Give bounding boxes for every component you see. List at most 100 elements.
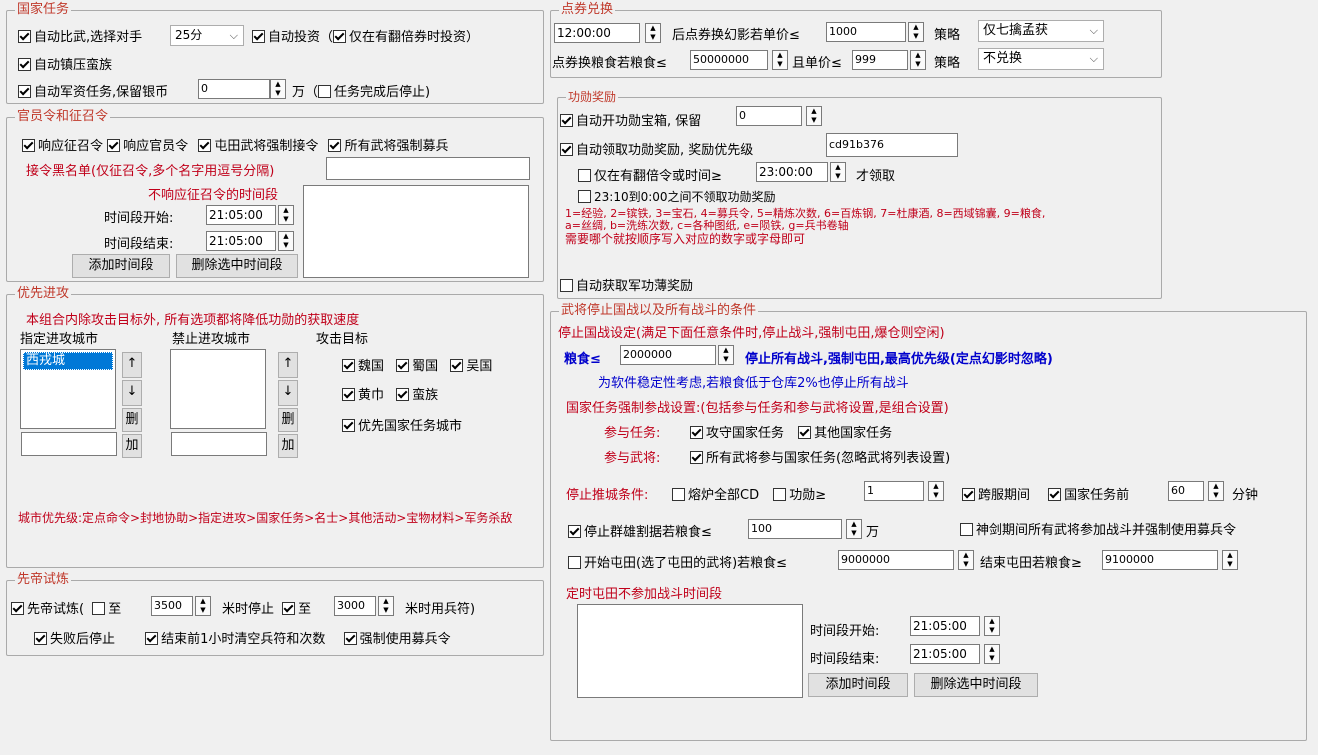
wei-checkbox[interactable] — [342, 359, 355, 372]
start-farm-spinner[interactable]: ▲ ▼ — [958, 550, 974, 570]
farm-add-period-button[interactable]: 添加时间段 — [808, 673, 908, 697]
assigned-delete-button[interactable]: 删 — [122, 408, 142, 432]
auto-duel-checkbox[interactable] — [18, 30, 31, 43]
attack-defend-checkbox[interactable] — [690, 426, 703, 439]
officer-period-list[interactable] — [303, 185, 529, 278]
end-farm-spinner[interactable]: ▲ ▼ — [1222, 550, 1238, 570]
coupon-food-spinner[interactable]: ▲ ▼ — [772, 50, 788, 70]
farm-period-list[interactable] — [577, 604, 803, 698]
claim-time-spinner[interactable]: ▲ ▼ — [830, 162, 846, 182]
before-value-input[interactable]: 60 — [1168, 481, 1204, 501]
farm-period-end-input[interactable]: 21:05:00 — [910, 644, 980, 664]
phantom-price-input[interactable]: 1000 — [826, 22, 906, 42]
forbidden-delete-button[interactable]: 删 — [278, 408, 298, 432]
officer-period-end-input[interactable]: 21:05:00 — [206, 231, 276, 251]
assigned-down-button[interactable]: ↓ — [122, 380, 142, 406]
blacklist-input[interactable] — [326, 157, 530, 180]
priority-national-checkbox[interactable] — [342, 419, 355, 432]
auto-invest-checkbox[interactable] — [252, 30, 265, 43]
auto-claim-checkbox[interactable] — [560, 143, 573, 156]
farm-period-end-spinner[interactable]: ▲ ▼ — [984, 644, 1000, 664]
priority-order-input[interactable]: cd91b376 — [826, 133, 958, 157]
trial-value2-input[interactable]: 3000 — [334, 596, 376, 616]
auto-military-book-checkbox[interactable] — [560, 279, 573, 292]
forbidden-city-list[interactable] — [170, 349, 266, 429]
trial-symbol-checkbox[interactable] — [282, 602, 296, 615]
clear-before-end-checkbox[interactable] — [145, 632, 159, 645]
strategy1-select[interactable]: 仅七擒孟获 ⌵ — [978, 20, 1104, 42]
all-force-recruit-checkbox[interactable] — [328, 139, 342, 152]
farm-period-start-spinner[interactable]: ▲ ▼ — [984, 616, 1000, 636]
merit-value-spinner[interactable]: ▲ ▼ — [928, 481, 944, 501]
huangjin-checkbox[interactable] — [342, 388, 355, 401]
farm-delete-period-button[interactable]: 删除选中时间段 — [914, 673, 1038, 697]
trial-value1-input[interactable]: 3500 — [151, 596, 193, 616]
strategy2-select[interactable]: 不兑换 ⌵ — [978, 48, 1104, 70]
forbidden-city-input[interactable] — [171, 432, 267, 456]
start-farm-checkbox[interactable] — [568, 556, 581, 569]
stop-food-input[interactable]: 2000000 — [620, 345, 716, 365]
stop-after-task-checkbox[interactable] — [318, 85, 332, 98]
start-farm-input[interactable]: 9000000 — [838, 550, 954, 570]
all-generals-checkbox[interactable] — [690, 451, 703, 464]
auto-open-chest-checkbox[interactable] — [560, 114, 573, 127]
invest-only-double-checkbox[interactable] — [333, 30, 347, 43]
food-price-input[interactable]: 999 — [852, 50, 908, 70]
assigned-city-input[interactable] — [21, 432, 117, 456]
other-national-checkbox[interactable] — [798, 426, 812, 439]
merit-value-input[interactable]: 1 — [864, 481, 924, 501]
silver-input[interactable]: 0 — [198, 79, 270, 99]
stop-on-fail-checkbox[interactable] — [34, 632, 47, 645]
no-claim-checkbox[interactable] — [578, 190, 591, 203]
opponent-select[interactable]: 25分 ⌵ — [170, 25, 244, 46]
trial-value2-spinner[interactable]: ▲ ▼ — [378, 596, 394, 616]
auto-military-checkbox[interactable] — [18, 85, 31, 98]
up-arrow-icon: ▲ — [777, 51, 783, 59]
forbidden-up-button[interactable]: ↑ — [278, 352, 298, 378]
coupon-time-input[interactable]: 12:00:00 — [554, 23, 640, 43]
merit-ge-checkbox[interactable] — [773, 488, 787, 501]
before-national-checkbox[interactable] — [1048, 488, 1062, 501]
farm-period-start-input[interactable]: 21:05:00 — [910, 616, 980, 636]
assigned-up-button[interactable]: ↑ — [122, 352, 142, 378]
chaos-value-spinner[interactable]: ▲ ▼ — [846, 519, 862, 539]
only-double-checkbox[interactable] — [578, 169, 591, 182]
divine-sword-checkbox[interactable] — [960, 523, 973, 536]
keep-value-spinner[interactable]: ▲ ▼ — [806, 106, 822, 126]
respond-officer-checkbox[interactable] — [107, 139, 121, 152]
claim-time-input[interactable]: 23:00:00 — [756, 162, 828, 182]
officer-add-period-button[interactable]: 添加时间段 — [72, 254, 170, 278]
respond-conscript-checkbox[interactable] — [22, 139, 35, 152]
manzu-checkbox[interactable] — [396, 388, 410, 401]
auto-suppress-checkbox[interactable] — [18, 58, 31, 71]
forbidden-down-button[interactable]: ↓ — [278, 380, 298, 406]
officer-period-start-spinner[interactable]: ▲ ▼ — [278, 205, 294, 225]
stop-food-spinner[interactable]: ▲ ▼ — [718, 345, 734, 365]
list-item[interactable]: 西戎城 — [23, 352, 113, 370]
trial-stop-checkbox[interactable] — [92, 602, 106, 615]
assigned-city-list[interactable]: 西戎城 — [20, 349, 116, 429]
silver-spinner[interactable]: ▲ ▼ — [270, 79, 286, 99]
stop-chaos-checkbox[interactable] — [568, 525, 581, 538]
coupon-food-input[interactable]: 50000000 — [690, 50, 768, 70]
trial-value1-spinner[interactable]: ▲ ▼ — [195, 596, 211, 616]
officer-period-start-input[interactable]: 21:05:00 — [206, 205, 276, 225]
officer-delete-period-button[interactable]: 删除选中时间段 — [176, 254, 298, 278]
coupon-time-spinner[interactable]: ▲ ▼ — [645, 23, 661, 43]
forbidden-add-button[interactable]: 加 — [278, 434, 298, 458]
phantom-price-spinner[interactable]: ▲ ▼ — [908, 22, 924, 42]
cross-server-checkbox[interactable] — [962, 488, 975, 501]
before-value-spinner[interactable]: ▲ ▼ — [1208, 481, 1224, 501]
trial-checkbox[interactable] — [11, 602, 24, 615]
food-price-spinner[interactable]: ▲ ▼ — [910, 50, 926, 70]
keep-value-input[interactable]: 0 — [736, 106, 802, 126]
end-farm-input[interactable]: 9100000 — [1102, 550, 1218, 570]
furnace-cd-checkbox[interactable] — [672, 488, 685, 501]
officer-period-end-spinner[interactable]: ▲ ▼ — [278, 231, 294, 251]
trial-force-recruit-checkbox[interactable] — [343, 632, 357, 645]
shu-checkbox[interactable] — [396, 359, 410, 372]
chaos-value-input[interactable]: 100 — [748, 519, 842, 539]
farm-force-checkbox[interactable] — [198, 139, 212, 152]
wu-checkbox[interactable] — [450, 359, 464, 372]
assigned-add-button[interactable]: 加 — [122, 434, 142, 458]
